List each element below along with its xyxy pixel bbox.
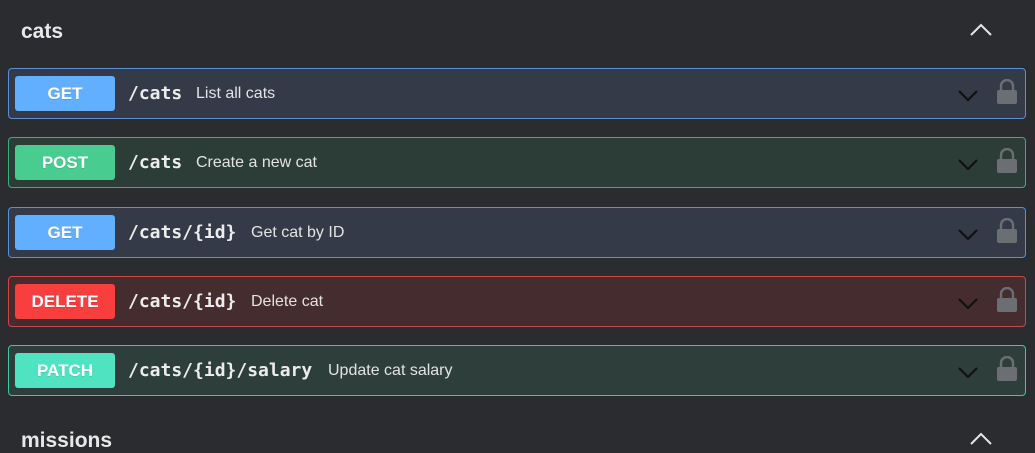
chevron-down-icon[interactable] [956, 154, 980, 174]
operation-delete-cat[interactable]: DELETE /cats/{id} Delete cat [8, 276, 1026, 327]
operation-get-cats[interactable]: GET /cats List all cats [8, 68, 1026, 119]
chevron-up-icon[interactable] [966, 18, 996, 42]
method-badge: GET [15, 215, 115, 250]
method-badge: POST [15, 145, 115, 180]
lock-icon[interactable] [996, 217, 1018, 244]
operation-path: /cats/{id} [128, 291, 237, 312]
lock-icon[interactable] [996, 147, 1018, 174]
section-title: missions [21, 429, 113, 452]
chevron-down-icon[interactable] [956, 224, 980, 244]
operation-summary: List all cats [196, 85, 276, 102]
operation-path: /cats/{id}/salary [128, 360, 313, 381]
operation-summary: Create a new cat [196, 154, 317, 171]
section-header-missions[interactable]: missions [0, 409, 1035, 452]
operation-patch-cat-salary[interactable]: PATCH /cats/{id}/salary Update cat salar… [8, 345, 1026, 396]
lock-icon[interactable] [996, 286, 1018, 313]
operation-path: /cats/{id} [128, 222, 237, 243]
operation-path: /cats [128, 83, 183, 104]
operation-summary: Delete cat [251, 293, 324, 310]
lock-icon[interactable] [996, 355, 1018, 382]
chevron-down-icon[interactable] [956, 362, 980, 382]
method-badge: DELETE [15, 284, 115, 319]
operation-get-cat-by-id[interactable]: GET /cats/{id} Get cat by ID [8, 207, 1026, 258]
method-badge: PATCH [15, 353, 115, 388]
operation-post-cats[interactable]: POST /cats Create a new cat [8, 137, 1026, 188]
operation-path: /cats [128, 152, 183, 173]
section-title: cats [21, 20, 64, 43]
chevron-up-icon[interactable] [966, 427, 996, 451]
method-badge: GET [15, 76, 115, 111]
operation-summary: Get cat by ID [251, 224, 345, 241]
operation-summary: Update cat salary [328, 362, 453, 379]
chevron-down-icon[interactable] [956, 293, 980, 313]
section-header-cats[interactable]: cats [0, 0, 1035, 43]
chevron-down-icon[interactable] [956, 85, 980, 105]
lock-icon[interactable] [996, 78, 1018, 105]
